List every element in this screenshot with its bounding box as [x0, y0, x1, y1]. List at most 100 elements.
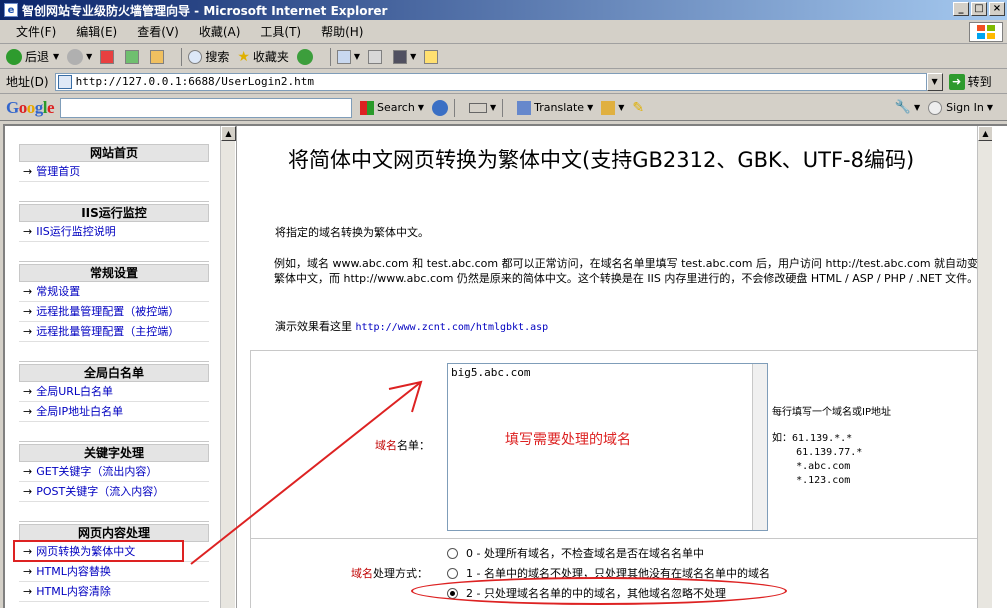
demo-link[interactable]: http://www.zcnt.com/htmlgbkt.asp [356, 322, 549, 333]
address-input[interactable]: http://127.0.0.1:6688/UserLogin2.htm [54, 72, 927, 91]
translate-icon [517, 100, 532, 115]
go-arrow-icon: ➜ [948, 73, 965, 90]
menu-favorites[interactable]: 收藏(A) [189, 23, 251, 40]
bookmark-button[interactable]: ▼ [601, 100, 624, 115]
intro-text: 将指定的域名转换为繁体中文。 [275, 226, 429, 239]
sidebar-section-content: 网页内容处理 → 网页转换为繁体中文 → HTML内容替换 → HTML内容清除 [19, 524, 209, 602]
sidebar-section-title: IIS运行监控 [19, 204, 209, 222]
sidebar-item-html-replace[interactable]: → HTML内容替换 [19, 562, 209, 582]
sidebar-section-home: 网站首页 → 管理首页 [19, 144, 209, 202]
browser-content: 网站首页 → 管理首页 IIS运行监控 → IIS运行监控说明 常规设置 → 常规设置… [3, 124, 1007, 608]
refresh-button[interactable] [125, 49, 142, 64]
scroll-up-button[interactable]: ▲ [221, 126, 236, 141]
sidebar-item-general-settings[interactable]: → 常规设置 [19, 282, 209, 302]
sidebar-item-post-keywords[interactable]: → POST关键字（流入内容） [19, 482, 209, 502]
radio-1[interactable] [447, 567, 458, 579]
page-icon [57, 74, 72, 89]
sidebar-section-keywords: 关键字处理 → GET关键字（流出内容） → POST关键字（流入内容） [19, 444, 209, 522]
sidebar-item-html-clear[interactable]: → HTML内容清除 [19, 582, 209, 602]
print-icon [368, 49, 383, 64]
search-button[interactable]: 搜索 [188, 48, 229, 65]
main-scrollbar[interactable]: ▲ [977, 126, 992, 608]
sidebar-blank [19, 182, 209, 202]
back-button[interactable]: 后退 ▼ [6, 48, 59, 65]
example-text: 如：61.139.*.* 61.139.77.* *.abc.com *.123… [772, 433, 863, 486]
sidebar-item-get-keywords[interactable]: → GET关键字（流出内容） [19, 462, 209, 482]
description-text: 例如，域名 www.abc.com 和 test.abc.com 都可以正常访问… [274, 257, 990, 285]
sidebar-section-iis: IIS运行监控 → IIS运行监控说明 [19, 204, 209, 262]
refresh-icon [125, 49, 140, 64]
sidebar-item-ip-whitelist[interactable]: → 全局IP地址白名单 [19, 402, 209, 422]
minimize-button[interactable]: _ [953, 2, 969, 16]
highlight-oval [411, 577, 787, 605]
settings-button[interactable]: 🔧 ▼ [895, 100, 920, 115]
mail-button[interactable]: ▼ [336, 49, 360, 64]
demo-line: 演示效果看这里 http://www.zcnt.com/htmlgbkt.asp [275, 320, 549, 333]
sidebar-blank [19, 242, 209, 262]
back-arrow-icon [6, 48, 22, 65]
history-button[interactable] [296, 48, 316, 65]
sidebar-blank [19, 502, 209, 522]
sidebar-item-iis-help[interactable]: → IIS运行监控说明 [19, 222, 209, 242]
sidebar-section-title: 网站首页 [19, 144, 209, 162]
google-box-button[interactable]: ▼ [468, 102, 496, 113]
wrench-icon: 🔧 [894, 100, 911, 115]
forward-button[interactable]: ▼ [67, 48, 92, 65]
google-toolbar: Google Search ▼ ▼ Translate ▼ ▼ ✎ 🔧 ▼ Sign … [0, 95, 1007, 121]
stop-button[interactable] [100, 49, 117, 64]
menu-bar: 文件(F) 编辑(E) 查看(V) 收藏(A) 工具(T) 帮助(H) [0, 20, 1007, 44]
menu-view[interactable]: 查看(V) [127, 23, 189, 40]
edit-button[interactable]: ▼ [393, 49, 416, 64]
sidebar-item-remote-controlled[interactable]: → 远程批量管理配置（被控端） [19, 302, 209, 322]
sidebar-section-general: 常规设置 → 常规设置 → 远程批量管理配置（被控端） → 远程批量管理配置（主控端） [19, 264, 209, 362]
translate-button[interactable]: Translate ▼ [517, 100, 593, 115]
menu-edit[interactable]: 编辑(E) [66, 23, 127, 40]
sidebar-blank [19, 422, 209, 442]
messenger-button[interactable] [424, 49, 441, 64]
google-search-icon [360, 100, 375, 115]
sidebar-scrollbar[interactable]: ▲ [220, 126, 236, 608]
favorites-button[interactable]: ★ 收藏夹 [237, 48, 289, 65]
bookmark-icon [601, 100, 616, 115]
google-search-input[interactable] [60, 97, 353, 118]
annotation-text: 填写需要处理的域名 [505, 432, 631, 448]
hint-text: 每行填写一个域名或IP地址 [772, 407, 891, 418]
mail-icon [336, 49, 351, 64]
page-title: 将简体中文网页转换为繁体中文(支持GB2312、GBK、UTF-8编码) [288, 148, 915, 172]
main-frame: 将简体中文网页转换为繁体中文(支持GB2312、GBK、UTF-8编码) 将指定… [240, 126, 992, 608]
title-bar: e 智创网站专业级防火墙管理向导 - Microsoft Internet Ex… [0, 0, 1007, 20]
radio-0[interactable] [447, 547, 458, 559]
print-button[interactable] [368, 49, 385, 64]
sidebar-section-whitelist: 全局白名单 → 全局URL白名单 → 全局IP地址白名单 [19, 364, 209, 442]
address-dropdown[interactable]: ▼ [926, 72, 943, 91]
sidebar-item-admin-home[interactable]: → 管理首页 [19, 162, 209, 182]
globe-icon [431, 99, 448, 116]
toolbar-separator [329, 47, 331, 66]
option-0[interactable]: 0 - 处理所有域名，不检查域名是否在域名名单中 [447, 545, 704, 561]
windows-logo-icon [969, 22, 1003, 42]
toolbar-separator [502, 98, 504, 117]
google-search-button[interactable]: Search ▼ [360, 100, 424, 115]
star-icon: ★ [237, 48, 250, 65]
sidebar-item-url-whitelist[interactable]: → 全局URL白名单 [19, 382, 209, 402]
menu-help[interactable]: 帮助(H) [311, 23, 373, 40]
sidebar-item-remote-master[interactable]: → 远程批量管理配置（主控端） [19, 322, 209, 342]
stop-icon [100, 49, 115, 64]
highlight-button[interactable]: ✎ [632, 100, 644, 116]
textarea-scrollbar[interactable] [752, 364, 767, 530]
scroll-up-button[interactable]: ▲ [978, 126, 992, 141]
go-button[interactable]: ➜ 转到 [948, 73, 992, 90]
menu-file[interactable]: 文件(F) [6, 23, 66, 40]
box-icon [468, 102, 487, 113]
maximize-button[interactable]: □ [971, 2, 987, 16]
forward-arrow-icon [67, 48, 84, 65]
sidebar-section-title: 全局白名单 [19, 364, 209, 382]
google-globe-button[interactable] [431, 99, 448, 116]
close-button[interactable]: × [989, 2, 1005, 16]
home-button[interactable] [150, 49, 167, 64]
signin-button[interactable]: Sign In ▼ [928, 100, 993, 115]
sidebar-section-title: 常规设置 [19, 264, 209, 282]
home-icon [150, 49, 165, 64]
menu-tools[interactable]: 工具(T) [250, 23, 311, 40]
mode-row: 域名处理方式： 0 - 处理所有域名，不检查域名是否在域名名单中 1 - 名单中… [251, 539, 992, 608]
